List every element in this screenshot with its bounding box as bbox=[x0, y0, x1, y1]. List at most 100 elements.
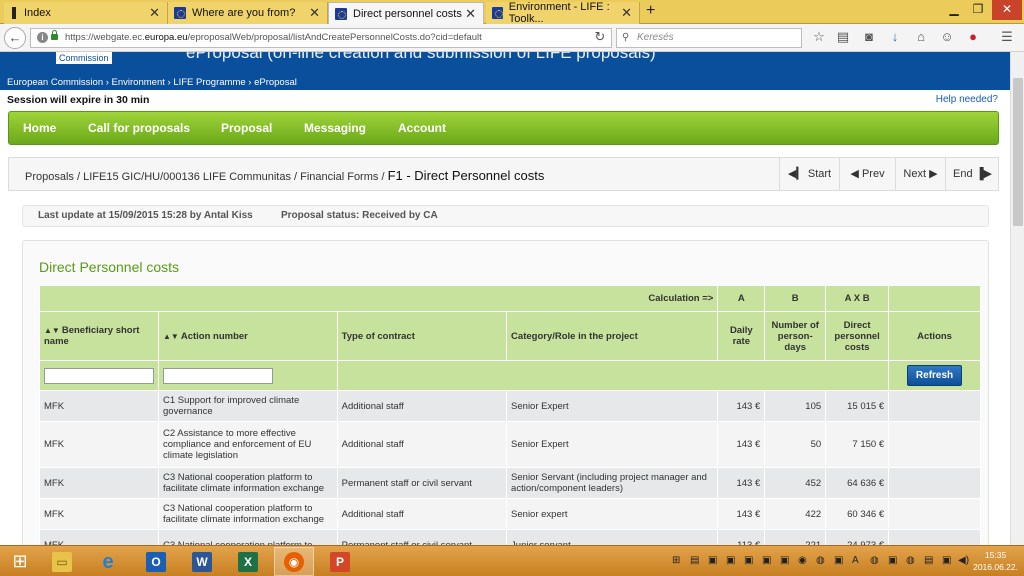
chat-icon[interactable]: ☺ bbox=[938, 29, 956, 44]
col-beneficiary[interactable]: ▲▼ Beneficiary short name bbox=[39, 311, 159, 361]
tab-environment-life[interactable]: Environment - LIFE : Toolk... ✕ bbox=[486, 1, 640, 25]
clock-time: 15:35 bbox=[984, 550, 1007, 560]
tray-app-icon[interactable]: ▣ bbox=[942, 555, 951, 566]
outlook-app[interactable]: O bbox=[136, 547, 176, 576]
tray-app-icon[interactable]: ◍ bbox=[816, 555, 825, 566]
tray-app-icon[interactable]: ◉ bbox=[798, 555, 807, 566]
download-icon[interactable]: ↓ bbox=[886, 29, 904, 44]
restore-icon[interactable]: ❐ bbox=[966, 0, 990, 20]
crumb-financial-forms[interactable]: Financial Forms bbox=[300, 171, 378, 183]
personnel-costs-panel: Direct Personnel costs Calculation => A … bbox=[22, 240, 989, 570]
close-icon[interactable]: ✕ bbox=[149, 5, 160, 21]
bookmark-star-icon[interactable]: ☆ bbox=[810, 29, 828, 45]
tray-app-icon[interactable]: ▣ bbox=[780, 555, 789, 566]
action-filter-input[interactable] bbox=[163, 367, 273, 384]
site-header: Commission eProposal (on-line creation a… bbox=[0, 52, 1010, 76]
tray-menu-icon[interactable]: ▤ bbox=[690, 555, 699, 566]
tab-index[interactable]: Index ✕ bbox=[4, 2, 168, 24]
cell-action-number: C1 Support for improved climate governan… bbox=[158, 390, 338, 422]
scrollbar-thumb[interactable] bbox=[1013, 78, 1023, 226]
start-button[interactable]: ◀▎ Start bbox=[779, 158, 839, 190]
tray-network-icon[interactable]: ▤ bbox=[924, 555, 933, 566]
next-button[interactable]: Next ▶ bbox=[895, 158, 945, 190]
reading-list-icon[interactable]: ▤ bbox=[834, 29, 852, 45]
tray-app-icon[interactable]: ▣ bbox=[888, 555, 897, 566]
crumb-proposals[interactable]: Proposals bbox=[25, 171, 74, 183]
nav-account[interactable]: Account bbox=[398, 112, 446, 144]
taskbar-clock[interactable]: 15:35 2016.06.22. bbox=[973, 549, 1018, 573]
home-icon[interactable]: ⌂ bbox=[912, 29, 930, 44]
internet-explorer-app[interactable]: e bbox=[88, 547, 128, 576]
cell-daily-rate: 143 € bbox=[717, 421, 766, 468]
word-app[interactable]: W bbox=[182, 547, 222, 576]
main-nav: Home Call for proposals Proposal Messagi… bbox=[8, 111, 999, 145]
site-breadcrumb[interactable]: European Commission › Environment › LIFE… bbox=[0, 76, 1010, 90]
eu-flag-icon bbox=[174, 7, 186, 19]
tray-app-icon[interactable]: ▣ bbox=[744, 555, 753, 566]
nav-call-for-proposals[interactable]: Call for proposals bbox=[88, 112, 190, 144]
cell-person-days: 422 bbox=[764, 498, 827, 530]
url-input[interactable]: i https://webgate.ec.europa.eu/eproposal… bbox=[30, 28, 612, 48]
firefox-app[interactable]: ◉ bbox=[274, 547, 314, 576]
window-close-icon[interactable]: ✕ bbox=[992, 0, 1022, 20]
browser-tab-bar: Index ✕ Where are you from? ✕ Direct per… bbox=[0, 0, 1024, 25]
cell-beneficiary: MFK bbox=[39, 390, 159, 422]
tray-app-icon[interactable]: ▣ bbox=[708, 555, 717, 566]
close-icon[interactable]: ✕ bbox=[465, 6, 476, 22]
close-icon[interactable]: ✕ bbox=[621, 5, 632, 21]
tray-app-icon[interactable]: ◍ bbox=[906, 555, 915, 566]
start-button-windows[interactable]: ⊞ bbox=[0, 547, 40, 576]
beneficiary-filter-input[interactable] bbox=[44, 367, 154, 384]
nav-messaging[interactable]: Messaging bbox=[304, 112, 366, 144]
crumb-separator: / bbox=[73, 171, 84, 183]
nav-proposal[interactable]: Proposal bbox=[221, 112, 272, 144]
search-icon: ⚲ bbox=[622, 32, 630, 43]
tray-app-icon[interactable]: ▣ bbox=[834, 555, 843, 566]
cell-person-days: 105 bbox=[764, 390, 827, 422]
minimize-icon[interactable]: ▁ bbox=[942, 0, 966, 20]
page-scrollbar[interactable] bbox=[1010, 52, 1024, 545]
back-arrow-icon[interactable]: ← bbox=[4, 27, 26, 49]
end-button[interactable]: End ▐▶ bbox=[945, 158, 999, 190]
cell-beneficiary: MFK bbox=[39, 529, 159, 545]
nav-home[interactable]: Home bbox=[23, 112, 56, 144]
cell-category: Senior Expert bbox=[506, 421, 719, 468]
tray-app-icon[interactable]: ▣ bbox=[762, 555, 771, 566]
refresh-button[interactable]: Refresh bbox=[906, 365, 963, 386]
next-icon: ▶ bbox=[929, 168, 938, 180]
reload-icon[interactable]: ↻ bbox=[591, 29, 609, 45]
powerpoint-app[interactable]: P bbox=[320, 547, 360, 576]
calc-empty bbox=[888, 285, 981, 312]
cell-action-number: C3 National cooperation platform to bbox=[158, 529, 338, 545]
cell-action-number: C3 National cooperation platform to faci… bbox=[158, 467, 338, 499]
tray-windows-icon[interactable]: ⊞ bbox=[672, 555, 680, 566]
close-icon[interactable]: ✕ bbox=[309, 5, 320, 21]
menu-icon[interactable]: ☰ bbox=[998, 29, 1016, 45]
cell-direct-cost: 60 346 € bbox=[825, 498, 890, 530]
prev-label: Prev bbox=[861, 168, 885, 180]
tab-label: Direct personnel costs bbox=[353, 7, 462, 20]
crumb-proposal[interactable]: LIFE15 GIC/HU/000136 LIFE Communitas bbox=[83, 171, 291, 183]
volume-icon[interactable]: ◀) bbox=[958, 555, 969, 566]
tray-app-icon[interactable]: ▣ bbox=[726, 555, 735, 566]
col-action[interactable]: ▲▼ Action number bbox=[158, 311, 338, 361]
filter-cell bbox=[39, 360, 159, 391]
prev-button[interactable]: ◀ Prev bbox=[839, 158, 895, 190]
info-icon[interactable]: i bbox=[37, 32, 48, 43]
index-icon bbox=[12, 7, 16, 19]
clock-date: 2016.06.22. bbox=[973, 562, 1018, 572]
tray-app-icon[interactable]: ◍ bbox=[870, 555, 879, 566]
file-explorer-app[interactable]: ▭ bbox=[42, 547, 82, 576]
tab-direct-personnel-costs[interactable]: Direct personnel costs ✕ bbox=[328, 2, 484, 24]
search-input[interactable]: ⚲ Keresés bbox=[616, 28, 802, 48]
pocket-icon[interactable]: ◙ bbox=[860, 29, 878, 44]
new-tab-icon[interactable]: + bbox=[646, 2, 655, 20]
tab-where-are-you-from[interactable]: Where are you from? ✕ bbox=[168, 2, 328, 24]
cell-actions bbox=[888, 529, 981, 545]
tray-font-icon[interactable]: A bbox=[852, 555, 859, 566]
proposal-status: Proposal status: Received by CA bbox=[281, 210, 438, 221]
excel-app[interactable]: X bbox=[228, 547, 268, 576]
lock-icon bbox=[51, 30, 58, 40]
help-link[interactable]: Help needed? bbox=[936, 94, 998, 105]
pinterest-icon[interactable]: ● bbox=[964, 29, 982, 44]
